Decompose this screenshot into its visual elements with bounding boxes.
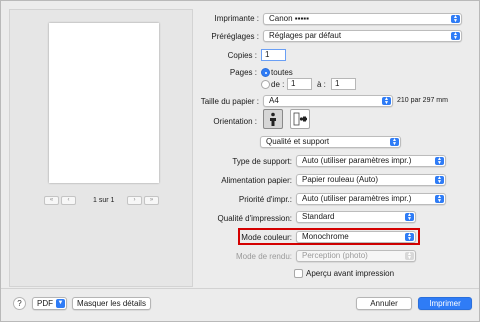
- copies-input[interactable]: 1: [261, 49, 286, 61]
- printer-value: Canon ▪▪▪▪▪: [269, 14, 309, 23]
- print-quality-popup[interactable]: Standard ▲ ▼: [296, 211, 416, 223]
- chevron-updown-icon: ▲ ▼: [435, 195, 444, 204]
- preview-page: [49, 23, 159, 183]
- print-priority-label: Priorité d'impr.:: [238, 195, 292, 204]
- color-mode-value: Monochrome: [302, 232, 349, 241]
- pages-to-label: à :: [317, 80, 326, 89]
- paper-size-label: Taille du papier :: [200, 97, 259, 106]
- presets-label: Préréglages :: [211, 32, 259, 41]
- first-page-button[interactable]: «: [44, 196, 59, 205]
- preview-checkbox[interactable]: [294, 269, 303, 278]
- print-quality-label: Qualité d'impression:: [217, 214, 292, 223]
- media-type-popup[interactable]: Auto (utiliser paramètres impr.) ▲ ▼: [296, 155, 446, 167]
- color-mode-label: Mode couleur:: [241, 233, 292, 242]
- chevron-updown-icon: ▲ ▼: [390, 138, 399, 147]
- chevron-right-icon: ›: [133, 197, 136, 203]
- chevron-left-icon: ‹: [67, 197, 70, 203]
- print-priority-value: Auto (utiliser paramètres impr.): [302, 194, 412, 203]
- presets-value: Réglages par défaut: [269, 31, 342, 40]
- render-mode-label: Mode de rendu:: [235, 252, 292, 261]
- print-dialog: « ‹ 1 sur 1 › » Imprimante : Canon ▪▪▪▪▪…: [0, 0, 480, 322]
- portrait-button[interactable]: [263, 109, 283, 129]
- media-type-label: Type de support:: [232, 157, 292, 166]
- page-indicator: 1 sur 1: [93, 197, 115, 204]
- pages-from-label: de :: [271, 80, 285, 89]
- chevron-updown-icon: ▲ ▼: [405, 252, 414, 261]
- chevron-updown-icon: ▲ ▼: [435, 176, 444, 185]
- chevron-updown-icon: ▲ ▼: [382, 97, 391, 106]
- chevron-down-icon: ▼: [56, 299, 65, 308]
- pdf-menu-button[interactable]: PDF ▼: [32, 297, 67, 310]
- cancel-button[interactable]: Annuler: [356, 297, 412, 310]
- last-page-button[interactable]: »: [144, 196, 159, 205]
- previous-page-button[interactable]: ‹: [61, 196, 76, 205]
- presets-popup[interactable]: Réglages par défaut ▲ ▼: [263, 30, 462, 42]
- pages-from-input[interactable]: 1: [287, 78, 312, 90]
- paper-size-value: A4: [269, 96, 279, 105]
- landscape-button[interactable]: [290, 109, 310, 129]
- pages-all-radio[interactable]: [261, 68, 270, 77]
- pages-label: Pages :: [229, 68, 257, 77]
- pages-range-radio[interactable]: [261, 80, 270, 89]
- double-chevron-left-icon: «: [49, 197, 54, 203]
- copies-label: Copies :: [227, 51, 257, 60]
- printer-popup[interactable]: Canon ▪▪▪▪▪ ▲ ▼: [263, 13, 462, 25]
- paper-size-popup[interactable]: A4 ▲ ▼: [263, 95, 393, 107]
- section-popup[interactable]: Qualité et support ▲ ▼: [260, 136, 401, 148]
- print-button[interactable]: Imprimer: [418, 297, 472, 310]
- landscape-icon: [293, 112, 307, 126]
- print-quality-value: Standard: [302, 212, 335, 221]
- paper-source-label: Alimentation papier:: [221, 176, 292, 185]
- chevron-updown-icon: ▲ ▼: [405, 233, 414, 242]
- preview-checkbox-label: Aperçu avant impression: [306, 269, 395, 278]
- section-value: Qualité et support: [266, 137, 330, 146]
- chevron-updown-icon: ▲ ▼: [405, 213, 414, 222]
- paper-source-popup[interactable]: Papier rouleau (Auto) ▲ ▼: [296, 174, 446, 186]
- printer-label: Imprimante :: [214, 14, 259, 23]
- render-mode-value: Perception (photo): [302, 251, 368, 260]
- pdf-label: PDF: [37, 299, 53, 308]
- chevron-updown-icon: ▲ ▼: [451, 32, 460, 41]
- footer-separator: [1, 288, 479, 289]
- color-mode-popup[interactable]: Monochrome ▲ ▼: [296, 231, 416, 243]
- next-page-button[interactable]: ›: [127, 196, 142, 205]
- paper-source-value: Papier rouleau (Auto): [302, 175, 379, 184]
- render-mode-popup[interactable]: Perception (photo) ▲ ▼: [296, 250, 416, 262]
- question-icon: ?: [17, 299, 22, 308]
- paper-dimensions: 210 par 297 mm: [397, 97, 448, 104]
- double-chevron-right-icon: »: [149, 197, 154, 203]
- pages-all-label: toutes: [271, 68, 293, 77]
- help-button[interactable]: ?: [13, 297, 26, 310]
- pages-to-input[interactable]: 1: [331, 78, 356, 90]
- media-type-value: Auto (utiliser paramètres impr.): [302, 156, 412, 165]
- orientation-label: Orientation :: [213, 117, 257, 126]
- portrait-icon: [270, 112, 276, 126]
- print-priority-popup[interactable]: Auto (utiliser paramètres impr.) ▲ ▼: [296, 193, 446, 205]
- hide-details-button[interactable]: Masquer les détails: [72, 297, 151, 310]
- chevron-updown-icon: ▲ ▼: [451, 15, 460, 24]
- preview-pane: « ‹ 1 sur 1 › »: [9, 9, 193, 287]
- chevron-updown-icon: ▲ ▼: [435, 157, 444, 166]
